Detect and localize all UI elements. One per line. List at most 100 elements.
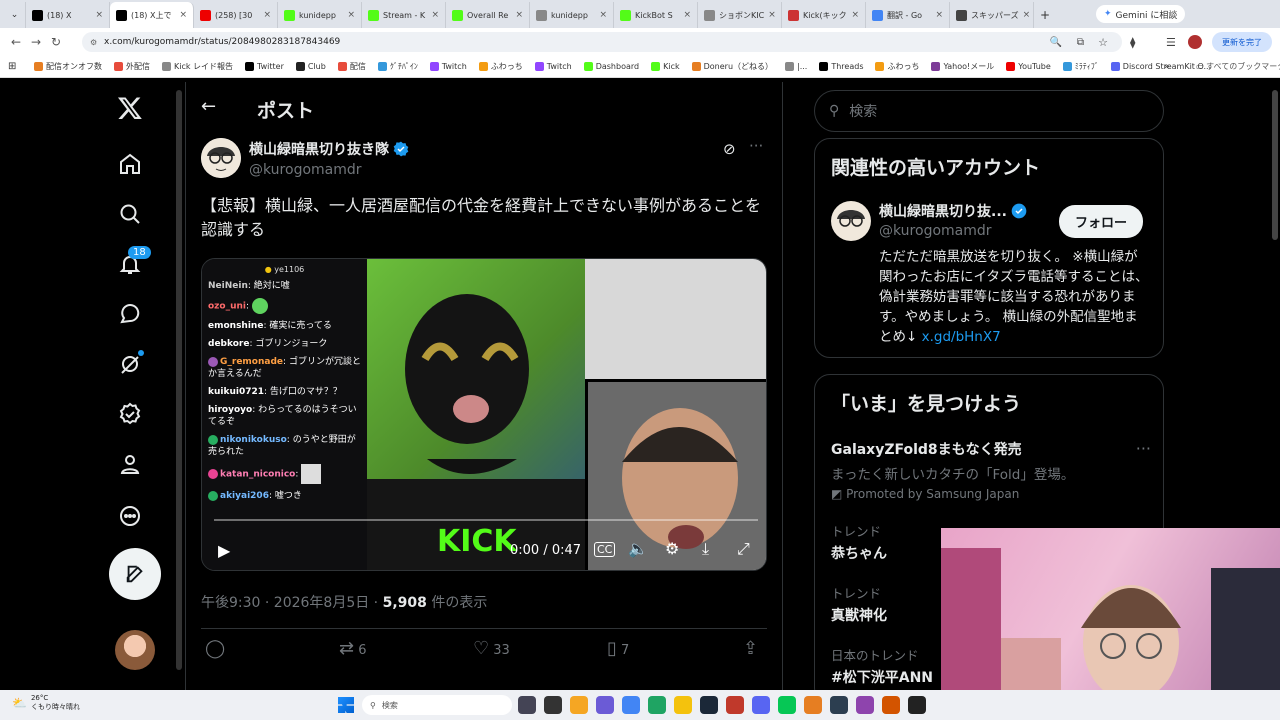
- back-button[interactable]: ←: [201, 96, 216, 117]
- bookmark-item[interactable]: |...: [785, 61, 807, 72]
- bio-link[interactable]: x.gd/bHnX7: [922, 329, 1001, 345]
- bookmark-item[interactable]: Doneru（どねる）: [691, 61, 773, 72]
- share-icon[interactable]: ⇪: [743, 638, 758, 659]
- bookmark-item[interactable]: Dashboard: [583, 61, 639, 72]
- bookmark-item[interactable]: 配信オンオフ数: [34, 61, 102, 72]
- close-tab-icon[interactable]: ×: [851, 10, 859, 20]
- start-icon[interactable]: [338, 697, 354, 713]
- author-avatar[interactable]: [201, 138, 241, 178]
- gemini-button[interactable]: ✦ Gemini に相談: [1096, 5, 1186, 23]
- explore-icon[interactable]: [116, 200, 144, 228]
- repost-button[interactable]: ⇄ 6: [339, 638, 367, 659]
- bookmark-star-icon[interactable]: ☆: [1098, 36, 1108, 49]
- post-more-icon[interactable]: ···: [749, 137, 763, 155]
- bookmark-item[interactable]: ふわっち: [875, 61, 919, 72]
- forward-icon[interactable]: →: [26, 35, 46, 49]
- weather-widget[interactable]: ⛅ 26°C くもり時々晴れ: [12, 694, 80, 712]
- related-avatar[interactable]: [831, 201, 871, 241]
- close-tab-icon[interactable]: ×: [599, 10, 607, 20]
- close-tab-icon[interactable]: ×: [95, 10, 103, 20]
- compose-post-button[interactable]: [109, 548, 161, 600]
- browser-tab[interactable]: kunidepp ×: [530, 2, 614, 28]
- extensions-icon[interactable]: ⧫: [1130, 36, 1135, 49]
- bookmark-item[interactable]: Twitch: [534, 61, 572, 72]
- bookmark-item[interactable]: Twitch: [429, 61, 467, 72]
- bookmark-item[interactable]: Kick レイド報告: [162, 61, 233, 72]
- tab-list-button[interactable]: ⌄: [4, 2, 26, 28]
- post-timestamp[interactable]: 午後9:30 · 2026年8月5日 ·: [201, 595, 383, 611]
- browser-tab[interactable]: ショボンKIC ×: [698, 2, 782, 28]
- taskbar-app-icon[interactable]: [648, 696, 666, 714]
- video-progress-bar[interactable]: [214, 519, 758, 521]
- taskbar-app-icon[interactable]: [830, 696, 848, 714]
- browser-tab[interactable]: (258) [30 ×: [194, 2, 278, 28]
- captions-icon[interactable]: CC: [594, 542, 616, 557]
- messages-icon[interactable]: [116, 300, 144, 328]
- profile-avatar[interactable]: [1188, 35, 1202, 49]
- taskbar-app-icon[interactable]: [674, 696, 692, 714]
- taskbar-app-icon[interactable]: [726, 696, 744, 714]
- apps-icon[interactable]: ⊞: [8, 61, 16, 72]
- browser-tab[interactable]: kunidepp ×: [278, 2, 362, 28]
- browser-tab[interactable]: Stream - K ×: [362, 2, 446, 28]
- taskbar-app-icon[interactable]: [778, 696, 796, 714]
- update-button[interactable]: 更新を完了: [1212, 32, 1272, 52]
- bookmark-item[interactable]: 配信: [337, 61, 366, 72]
- author-name[interactable]: 横山緑暗黒切り抜き隊: [249, 139, 389, 159]
- bookmark-item[interactable]: Club: [295, 61, 326, 72]
- volume-icon[interactable]: 🔈: [628, 539, 648, 558]
- browser-tab[interactable]: 翻訳 - Go ×: [866, 2, 950, 28]
- zoom-icon[interactable]: 🔍: [1050, 37, 1062, 48]
- taskbar-app-icon[interactable]: [856, 696, 874, 714]
- grok-icon[interactable]: [116, 350, 144, 378]
- verified-orgs-icon[interactable]: [116, 400, 144, 428]
- taskbar-search[interactable]: ⚲ 検索: [362, 695, 512, 715]
- play-icon[interactable]: ▶: [218, 541, 230, 560]
- close-tab-icon[interactable]: ×: [515, 10, 523, 20]
- like-button[interactable]: ♡ 33: [473, 638, 510, 659]
- x-logo-icon[interactable]: [116, 94, 144, 122]
- back-icon[interactable]: ←: [6, 35, 26, 49]
- close-tab-icon[interactable]: ×: [347, 10, 355, 20]
- taskbar-app-icon[interactable]: [570, 696, 588, 714]
- install-icon[interactable]: ⧉: [1077, 37, 1084, 48]
- taskbar-app-icon[interactable]: [908, 696, 926, 714]
- bookmark-item[interactable]: 外配信: [114, 61, 150, 72]
- more-icon[interactable]: [116, 502, 144, 530]
- browser-tab[interactable]: (18) X上で ×: [110, 2, 194, 28]
- close-tab-icon[interactable]: ×: [683, 10, 691, 20]
- reply-icon[interactable]: ◯: [205, 638, 225, 659]
- taskbar-app-icon[interactable]: [596, 696, 614, 714]
- bookmark-item[interactable]: ﾐﾗﾃｨﾌﾞ: [1062, 61, 1099, 72]
- page-scrollbar-left[interactable]: [176, 90, 182, 670]
- taskbar-app-icon[interactable]: [804, 696, 822, 714]
- bookmark-item[interactable]: ふわっち: [478, 61, 523, 72]
- bookmarks-more-icon[interactable]: »: [1164, 62, 1170, 72]
- taskbar-app-icon[interactable]: [882, 696, 900, 714]
- page-scrollbar-right[interactable]: [1272, 90, 1278, 240]
- all-bookmarks[interactable]: ▭ すべてのブックマーク: [1196, 61, 1280, 72]
- pip-icon[interactable]: ⤓: [702, 539, 709, 559]
- fullscreen-icon[interactable]: ⤢: [737, 539, 750, 559]
- browser-tab[interactable]: スキッパーズ ×: [950, 2, 1034, 28]
- browser-tab[interactable]: KickBot S ×: [614, 2, 698, 28]
- promo-item[interactable]: GalaxyZFold8まもなく発売 まったく新しいカタチの「Fold」登場。 …: [831, 439, 1151, 501]
- sidepanel-icon[interactable]: ☰: [1166, 36, 1176, 49]
- notifications-icon[interactable]: 18: [116, 246, 151, 278]
- profile-icon[interactable]: [116, 450, 144, 478]
- taskbar-app-icon[interactable]: [622, 696, 640, 714]
- bookmark-button[interactable]: ▯ 7: [607, 638, 629, 659]
- bookmark-item[interactable]: YouTube: [1006, 61, 1051, 72]
- close-tab-icon[interactable]: ×: [179, 10, 187, 20]
- search-input[interactable]: ⚲ 検索: [814, 90, 1164, 132]
- author-handle[interactable]: @kurogomamdr: [249, 162, 362, 178]
- home-icon[interactable]: [116, 150, 144, 178]
- taskbar-app-icon[interactable]: [752, 696, 770, 714]
- browser-tab[interactable]: Kick(キック ×: [782, 2, 866, 28]
- close-tab-icon[interactable]: ×: [935, 10, 943, 20]
- site-info-icon[interactable]: ⚙: [90, 38, 97, 47]
- close-tab-icon[interactable]: ×: [768, 10, 776, 20]
- browser-tab[interactable]: (18) X ×: [26, 2, 110, 28]
- taskbar-app-icon[interactable]: [518, 696, 536, 714]
- settings-icon[interactable]: ⚙: [665, 539, 679, 558]
